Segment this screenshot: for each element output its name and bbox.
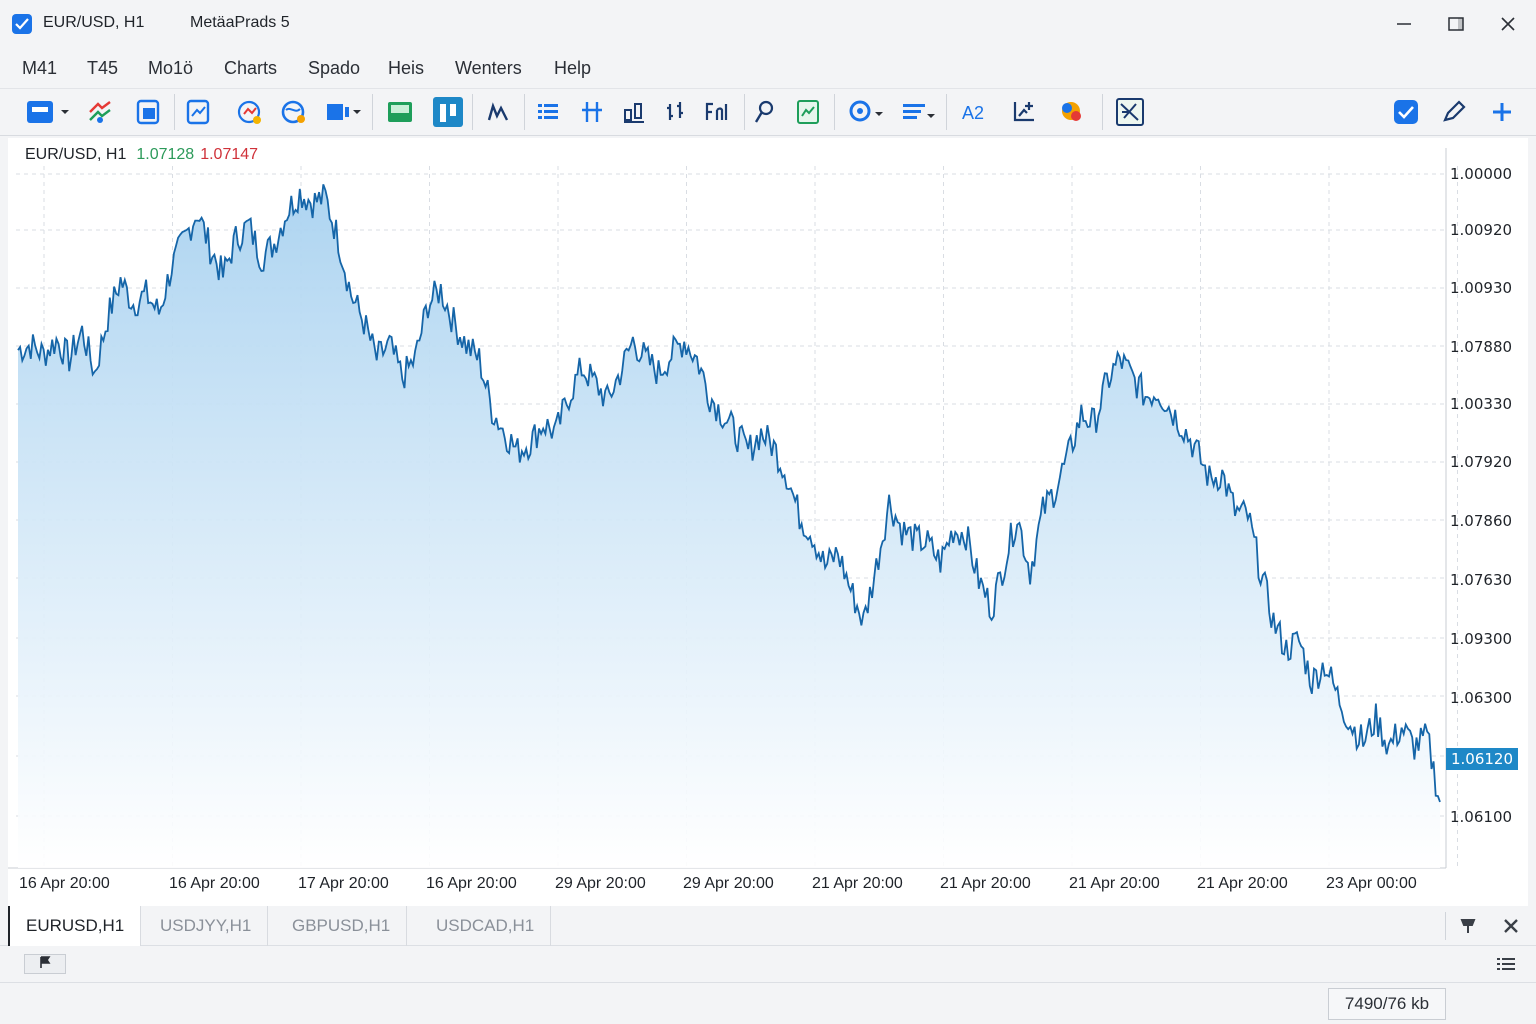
legend-ask: 1.07147 xyxy=(200,146,259,163)
new-chart-icon[interactable] xyxy=(22,94,72,130)
data-window-icon[interactable] xyxy=(130,94,166,130)
close-tab-icon[interactable] xyxy=(1501,916,1521,936)
menu-item[interactable]: Mo1ö xyxy=(148,58,193,79)
svg-text:A2: A2 xyxy=(962,103,984,123)
bar-chart-icon[interactable] xyxy=(430,94,466,130)
add-indicator-icon[interactable] xyxy=(1006,94,1042,130)
price-axis-label: 1.07920 xyxy=(1450,453,1513,471)
candles-icon[interactable] xyxy=(616,94,652,130)
menu-item[interactable]: Spado xyxy=(308,58,360,79)
price-area-fill xyxy=(18,184,1440,868)
price-axis-label: 1.07630 xyxy=(1450,571,1513,589)
expert-icon[interactable] xyxy=(1112,94,1148,130)
chart-area[interactable] xyxy=(8,138,1528,906)
price-axis-label: 1.00920 xyxy=(1450,221,1513,239)
menu-item-charts[interactable]: Charts xyxy=(224,58,277,79)
time-axis-label: 16 Apr 20:00 xyxy=(169,875,260,892)
time-axis-label: 16 Apr 20:00 xyxy=(19,875,110,892)
menu-item[interactable]: T45 xyxy=(87,58,118,79)
time-axis-label: 29 Apr 20:00 xyxy=(555,875,646,892)
current-price-badge: 1.06120 xyxy=(1446,748,1518,770)
chart-legend: EUR/USD, H1 1.07128 1.07147 xyxy=(25,146,258,164)
memory-usage: 7490/76 kb xyxy=(1328,988,1446,1020)
line-chart-icon[interactable] xyxy=(480,94,516,130)
price-axis-label: 1.07880 xyxy=(1450,338,1513,356)
menu-item[interactable]: Wenters xyxy=(455,58,522,79)
maximize-icon[interactable] xyxy=(1441,10,1471,38)
time-axis-label: 29 Apr 20:00 xyxy=(683,875,774,892)
legend-symbol: EUR/USD, H1 xyxy=(25,146,127,163)
price-axis-label: 1.00330 xyxy=(1450,395,1513,413)
pin-icon[interactable] xyxy=(1458,916,1478,936)
tab-usdjpy[interactable]: USDJYY,H1 xyxy=(144,906,269,946)
indicators-dropdown-icon[interactable] xyxy=(898,94,938,130)
text-label-icon[interactable]: A2 xyxy=(958,94,994,130)
time-axis-label: 23 Apr 00:00 xyxy=(1326,875,1417,892)
autotrading-checkbox-icon[interactable] xyxy=(1388,94,1424,130)
globe-icon[interactable] xyxy=(276,94,312,130)
time-axis-label: 21 Apr 20:00 xyxy=(1069,875,1160,892)
time-axis-label: 21 Apr 20:00 xyxy=(940,875,1031,892)
price-axis-label: 1.00000 xyxy=(1450,165,1513,183)
draw-pen-icon[interactable] xyxy=(1436,94,1472,130)
status-bar xyxy=(0,946,1536,1024)
menu-item-help[interactable]: Help xyxy=(554,58,591,79)
flag-button[interactable] xyxy=(24,954,66,974)
spreadsheet-icon[interactable] xyxy=(790,94,826,130)
legend-bid: 1.07128 xyxy=(136,146,195,163)
price-axis-label: 1.06100 xyxy=(1450,808,1513,826)
list-icon[interactable] xyxy=(530,94,566,130)
tab-gbpusd[interactable]: GBPUSD,H1 xyxy=(276,906,408,946)
market-watch-icon[interactable] xyxy=(82,94,118,130)
app-title: MetäaPrads 5 xyxy=(190,14,290,31)
window-chart-title: EUR/USD, H1 xyxy=(43,14,145,31)
price-chart[interactable] xyxy=(8,138,1528,906)
crosshair-icon[interactable] xyxy=(574,94,610,130)
navigator-icon[interactable] xyxy=(180,94,216,130)
green-chart-icon[interactable] xyxy=(382,94,418,130)
signals-icon[interactable] xyxy=(1054,94,1090,130)
menu-item[interactable]: Heis xyxy=(388,58,424,79)
close-window-icon[interactable] xyxy=(1493,10,1523,38)
add-icon[interactable] xyxy=(1484,94,1520,130)
flag-icon xyxy=(38,955,52,974)
price-axis-label: 1.06300 xyxy=(1450,689,1513,707)
bars-icon[interactable] xyxy=(658,94,694,130)
time-axis-label: 21 Apr 20:00 xyxy=(812,875,903,892)
pen-icon[interactable] xyxy=(746,94,782,130)
price-axis-label: 1.00930 xyxy=(1450,279,1513,297)
title-bar: EUR/USD, H1 MetäaPrads 5 xyxy=(0,0,1536,48)
menu-item[interactable]: M41 xyxy=(22,58,57,79)
price-axis-label: 1.09300 xyxy=(1450,630,1513,648)
time-axis-label: 16 Apr 20:00 xyxy=(426,875,517,892)
tab-eurusd[interactable]: EURUSD,H1 xyxy=(8,906,142,946)
strategy-tester-icon[interactable] xyxy=(232,94,268,130)
tab-usdcad[interactable]: USDCAD,H1 xyxy=(420,906,552,946)
checkbox-icon[interactable] xyxy=(12,14,32,34)
price-axis-label: 1.07860 xyxy=(1450,512,1513,530)
zoom-dropdown-icon[interactable] xyxy=(846,94,886,130)
minimize-icon[interactable] xyxy=(1389,10,1419,38)
time-axis-label: 21 Apr 20:00 xyxy=(1197,875,1288,892)
list-view-icon[interactable] xyxy=(1494,954,1518,974)
time-axis-label: 17 Apr 20:00 xyxy=(298,875,389,892)
fibonacci-icon[interactable] xyxy=(700,94,736,130)
chart-type-dropdown-icon[interactable] xyxy=(322,94,362,130)
